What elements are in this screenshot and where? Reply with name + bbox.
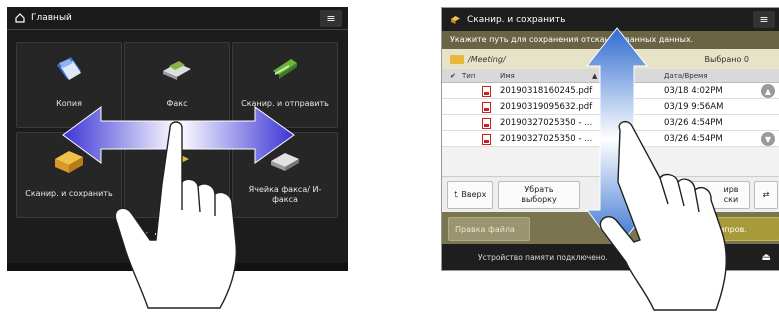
home-title: Главный (31, 13, 72, 23)
current-path: /Meeting/ Выбрано 0 (442, 49, 779, 69)
file-name: 20190318160245.pdf (500, 86, 593, 96)
table-row[interactable]: 20190327025350 - ... 03/26 4:54PM ▼ (442, 131, 779, 147)
tile-scan-save-label: Сканир. и сохранить (25, 189, 113, 198)
sort-arrow-icon[interactable]: ▲ (592, 72, 597, 80)
sort-button[interactable]: ирв ски (682, 181, 750, 209)
hamburger-icon[interactable]: ≡ (753, 11, 775, 28)
file-table: ✔ Тип Имя ▲ Дата/Время 20190318160245.pd… (442, 69, 779, 147)
eject-icon[interactable]: ⏏ (762, 252, 771, 263)
file-name: 20190327025350 - ... (500, 134, 593, 144)
up-button-label: Вверх (461, 190, 487, 199)
chevron-right-icon[interactable]: › (207, 227, 212, 241)
page-indicator[interactable]: ‹ › (7, 220, 348, 248)
file-date: 03/26 4:54PM (664, 118, 723, 128)
col-type[interactable]: Тип (462, 72, 475, 80)
up-arrow-icon: ⮤ (453, 190, 459, 199)
scan-settings-label: к мпров. (711, 224, 747, 234)
edit-file-button[interactable]: Правка файла (448, 217, 530, 241)
page-dash (154, 233, 177, 235)
tile-fax[interactable]: Факс (124, 42, 230, 128)
col-name[interactable]: Имя (500, 72, 515, 80)
sort-button-label: ирв ски (723, 185, 739, 204)
deselect-button-label: Убрать выборку (521, 185, 557, 204)
saved-files-icon (165, 153, 189, 171)
scan-save-icon (55, 151, 83, 173)
scroll-up-icon[interactable]: ▲ (761, 84, 775, 98)
tile-scan-send[interactable]: Сканир. и отправить (232, 42, 338, 128)
table-row[interactable]: 20190318160245.pdf 03/18 4:02PM ▲ (442, 83, 779, 99)
scan-send-icon (273, 59, 297, 79)
table-header: ✔ Тип Имя ▲ Дата/Время (442, 69, 779, 83)
page-dash-inactive (188, 233, 201, 235)
selected-count: Выбрано 0 (704, 54, 749, 64)
col-datetime[interactable]: Дата/Время (664, 72, 708, 80)
scan-save-icon (451, 16, 460, 24)
scan-save-title: Сканир. и сохранить (467, 14, 566, 25)
table-row[interactable]: 20190319095632.pdf 03/19 9:56AM (442, 99, 779, 115)
file-date: 03/26 4:54PM (664, 134, 723, 144)
edit-file-label: Правка файла (455, 224, 515, 234)
fax-icon (163, 61, 191, 80)
home-screen: Главный ≡ Копия Факс Сканир. и отправить… (7, 7, 348, 271)
tile-saved-files[interactable]: Сохр. (124, 132, 230, 218)
file-name: 20190319095632.pdf (500, 102, 593, 112)
scan-save-title-bar: Сканир. и сохранить ≡ (442, 8, 779, 31)
tile-copy[interactable]: Копия (16, 42, 122, 128)
tile-saved-files-label: Сохр. (165, 189, 189, 198)
file-toolbar: ⮤ Вверх Убрать выборку ирв ски ⇄ (442, 176, 779, 212)
pdf-icon (482, 118, 491, 129)
file-name: 20190327025350 - ... (500, 118, 593, 128)
action-bar: Правка файла к мпров. (442, 212, 779, 246)
scan-settings-button[interactable]: к мпров. (704, 217, 779, 241)
tile-fax-box-label: Ячейка факса/ И-факса (248, 185, 322, 204)
scan-save-screen: Сканир. и сохранить ≡ Укажите путь для с… (441, 7, 779, 271)
path-text: /Meeting/ (468, 54, 506, 64)
refresh-icon[interactable]: ⇄ (754, 181, 778, 209)
home-title-bar: Главный ≡ (7, 7, 348, 30)
instruction-hint: Укажите путь для сохранения отсканирован… (442, 31, 779, 49)
hamburger-icon[interactable]: ≡ (320, 10, 342, 27)
file-date: 03/19 9:56AM (664, 102, 724, 112)
scroll-down-icon[interactable]: ▼ (761, 132, 775, 146)
file-date: 03/18 4:02PM (664, 86, 723, 96)
tile-fax-label: Факс (166, 99, 188, 108)
up-button[interactable]: ⮤ Вверх (447, 181, 493, 209)
check-all-icon[interactable]: ✔ (450, 72, 456, 80)
pdf-icon (482, 102, 491, 113)
table-row[interactable]: 20190327025350 - ... 03/26 4:54PM (442, 115, 779, 131)
home-bottom-bar (7, 263, 348, 271)
tile-copy-label: Копия (56, 99, 82, 108)
tile-scan-send-label: Сканир. и отправить (241, 99, 329, 108)
pdf-icon (482, 86, 491, 97)
fax-box-icon (271, 153, 299, 171)
chevron-left-icon[interactable]: ‹ (144, 227, 149, 241)
folder-icon (450, 54, 464, 64)
tile-scan-save[interactable]: Сканир. и сохранить (16, 132, 122, 218)
copy-icon (57, 57, 81, 80)
tile-fax-box[interactable]: Ячейка факса/ И-факса (232, 132, 338, 218)
pdf-icon (482, 134, 491, 145)
status-bar: Устройство памяти подключено. ⏏ (442, 244, 779, 270)
status-text: Устройство памяти подключено. (478, 252, 608, 262)
deselect-button[interactable]: Убрать выборку (498, 181, 580, 209)
home-icon (15, 13, 25, 23)
function-tiles: Копия Факс Сканир. и отправить Сканир. и… (16, 42, 339, 220)
